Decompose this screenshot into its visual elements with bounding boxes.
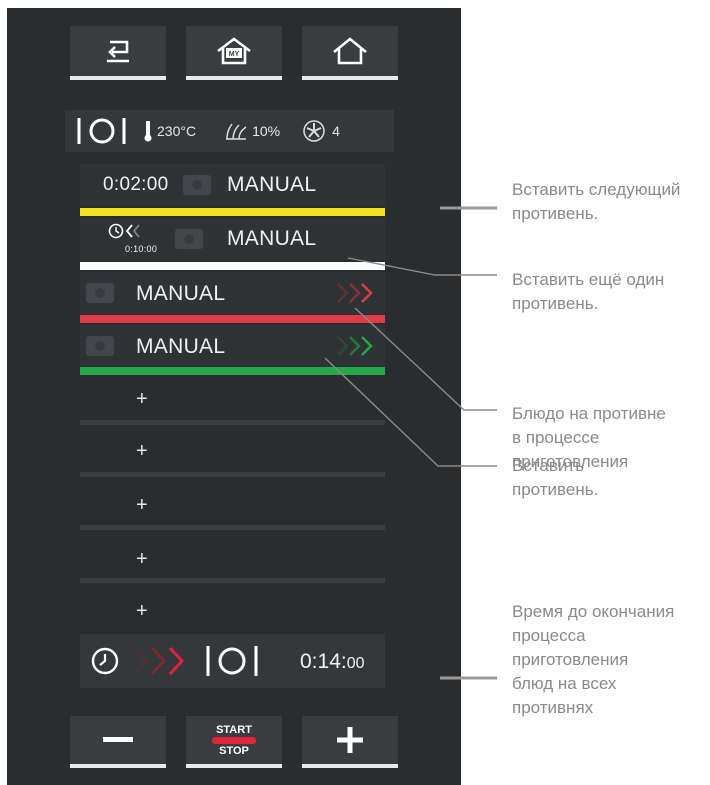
- leader-line: [324, 357, 497, 467]
- annotation-line: Вставить ещё один: [512, 270, 665, 289]
- annotation-line: противень.: [512, 480, 599, 499]
- annotation-line: Вставить: [512, 456, 585, 475]
- annotation-insert-next-tray: Вставить следующий противень.: [512, 178, 680, 226]
- annotation-line: Вставить следующий: [512, 180, 681, 199]
- annotation-line: в процессе: [512, 428, 600, 447]
- leader-line: [354, 307, 497, 411]
- annotation-line: противень.: [512, 204, 599, 223]
- annotation-insert-another-tray: Вставить ещё один противень.: [512, 268, 664, 316]
- annotation-line: блюд на всех: [512, 674, 617, 693]
- annotation-total-time: Время до окончания процесса приготовлени…: [512, 600, 674, 720]
- annotation-line: противень.: [512, 294, 599, 313]
- annotation-line: противнях: [512, 698, 594, 717]
- leader-line: [347, 257, 497, 276]
- annotation-line: Блюдо на противне: [512, 404, 666, 423]
- annotation-line: процесса: [512, 626, 586, 645]
- annotation-line: Время до окончания: [512, 602, 675, 621]
- annotation-insert-tray: Вставить противень.: [512, 454, 598, 502]
- annotation-line: приготовления: [512, 650, 629, 669]
